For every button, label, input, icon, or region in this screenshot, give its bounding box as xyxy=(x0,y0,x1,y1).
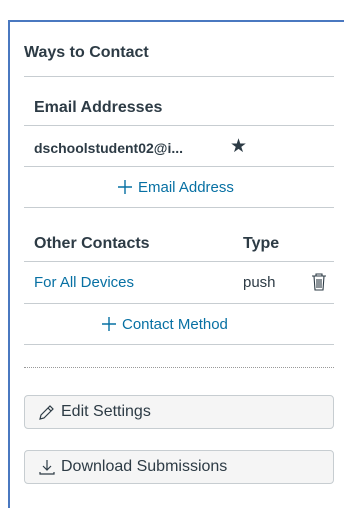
download-submissions-label: Download Submissions xyxy=(61,458,228,475)
plus-icon xyxy=(102,317,116,331)
email-address[interactable]: dschoolstudent02@i... xyxy=(34,140,183,156)
email-addresses-header: Email Addresses xyxy=(34,99,163,116)
edit-settings-label: Edit Settings xyxy=(61,403,151,420)
download-submissions-button[interactable]: Download Submissions xyxy=(24,450,334,484)
other-contacts-header: Other Contacts xyxy=(34,235,150,252)
add-email-address-link[interactable]: Email Address xyxy=(116,178,234,196)
divider xyxy=(24,166,334,167)
contact-row-label[interactable]: For All Devices xyxy=(34,274,134,291)
divider xyxy=(24,303,334,304)
download-icon xyxy=(37,457,57,477)
plus-icon xyxy=(118,180,132,194)
divider xyxy=(24,261,334,262)
divider xyxy=(24,76,334,77)
section-title: Ways to Contact xyxy=(24,44,149,61)
trash-icon[interactable] xyxy=(310,272,328,297)
edit-settings-button[interactable]: Edit Settings xyxy=(24,395,334,429)
contact-row-type: push xyxy=(243,274,276,291)
section-separator xyxy=(24,367,334,368)
sidebar-frame xyxy=(8,20,344,508)
star-icon[interactable]: ★ xyxy=(230,135,247,158)
add-contact-method-label: Contact Method xyxy=(122,315,228,333)
pencil-icon xyxy=(37,402,57,422)
divider xyxy=(24,125,334,126)
type-header: Type xyxy=(243,235,280,252)
divider xyxy=(24,207,334,208)
divider xyxy=(24,344,334,345)
add-email-label: Email Address xyxy=(138,178,234,196)
add-contact-method-link[interactable]: Contact Method xyxy=(100,315,228,333)
